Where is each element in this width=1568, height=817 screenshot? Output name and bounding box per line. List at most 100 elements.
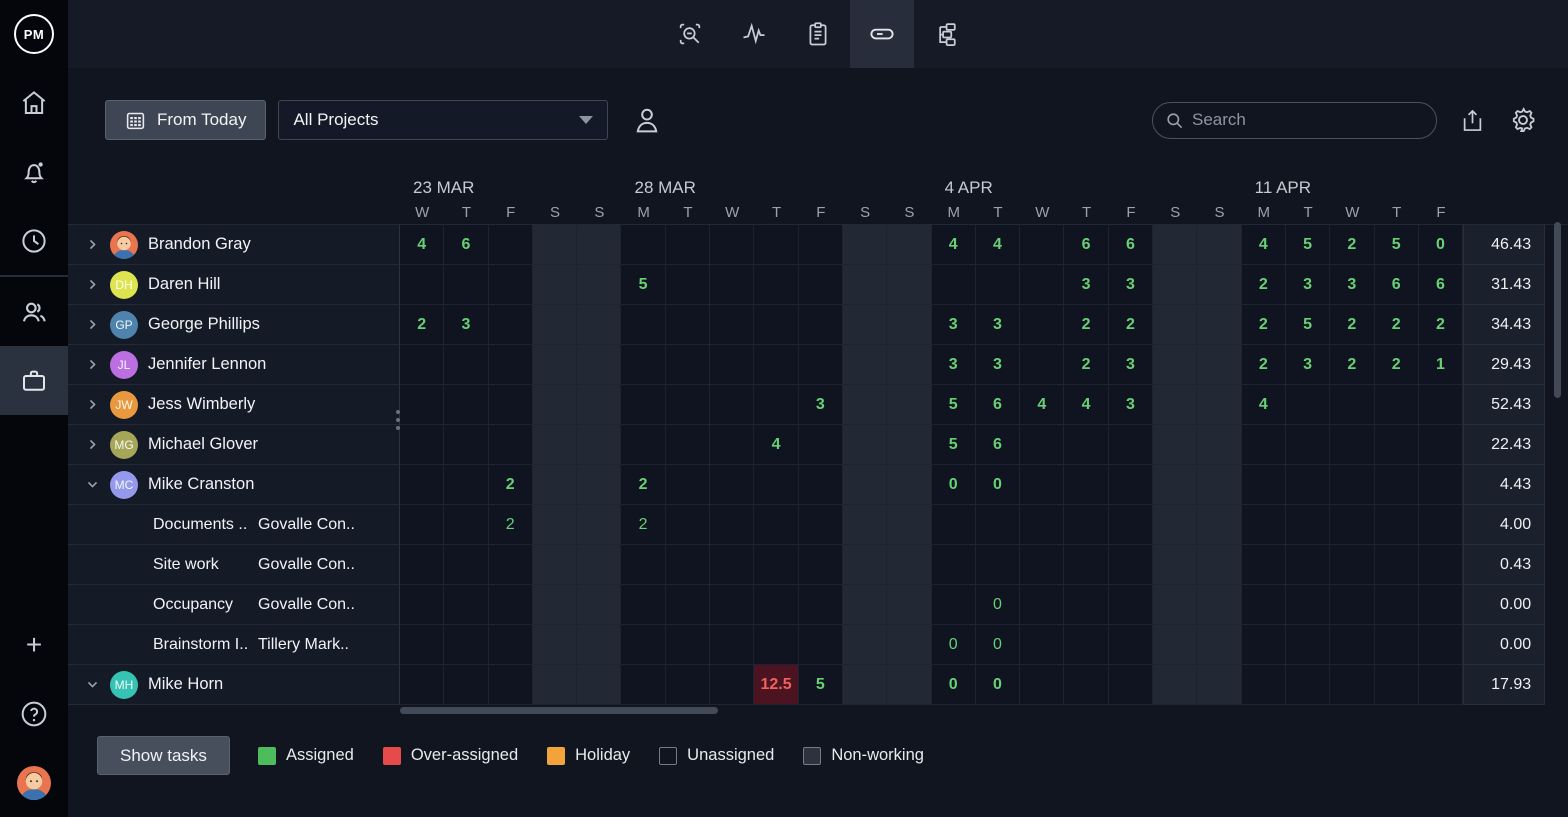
settings-gear-button[interactable] <box>1508 105 1538 135</box>
schedule-cell[interactable] <box>887 305 931 345</box>
schedule-cell[interactable] <box>710 665 754 705</box>
schedule-cell[interactable]: 4 <box>932 225 976 265</box>
schedule-cell[interactable] <box>1153 505 1197 545</box>
schedule-cell[interactable] <box>843 625 887 665</box>
schedule-cell[interactable] <box>489 425 533 465</box>
schedule-cell[interactable] <box>799 505 843 545</box>
schedule-cell[interactable] <box>1242 545 1286 585</box>
schedule-cell[interactable]: 12.5 <box>754 665 798 705</box>
schedule-cell[interactable]: 2 <box>1064 305 1108 345</box>
schedule-cell[interactable]: 2 <box>489 505 533 545</box>
schedule-cell[interactable] <box>710 385 754 425</box>
schedule-cell[interactable]: 2 <box>1419 305 1463 345</box>
schedule-cell[interactable] <box>400 425 444 465</box>
sidebar-item-portfolio[interactable] <box>0 346 68 415</box>
schedule-cell[interactable] <box>1197 385 1241 425</box>
schedule-cell[interactable] <box>1330 545 1374 585</box>
schedule-cell[interactable] <box>1242 665 1286 705</box>
schedule-cell[interactable] <box>1419 385 1463 425</box>
person-name-cell[interactable]: MCMike Cranston <box>68 465 400 505</box>
schedule-cell[interactable] <box>799 225 843 265</box>
schedule-cell[interactable] <box>1197 505 1241 545</box>
schedule-cell[interactable] <box>533 305 577 345</box>
schedule-cell[interactable] <box>1197 665 1241 705</box>
schedule-cell[interactable]: 0 <box>932 665 976 705</box>
schedule-cell[interactable]: 6 <box>1375 265 1419 305</box>
schedule-cell[interactable] <box>621 585 665 625</box>
schedule-cell[interactable]: 2 <box>1242 345 1286 385</box>
person-name-cell[interactable]: DHDaren Hill <box>68 265 400 305</box>
schedule-cell[interactable] <box>1020 425 1064 465</box>
schedule-cell[interactable] <box>444 545 488 585</box>
schedule-cell[interactable] <box>444 345 488 385</box>
schedule-cell[interactable] <box>799 545 843 585</box>
schedule-cell[interactable] <box>1419 425 1463 465</box>
schedule-cell[interactable]: 6 <box>1419 265 1463 305</box>
schedule-cell[interactable]: 3 <box>976 305 1020 345</box>
schedule-cell[interactable] <box>1419 625 1463 665</box>
schedule-cell[interactable] <box>1419 585 1463 625</box>
schedule-cell[interactable] <box>1109 465 1153 505</box>
sidebar-item-add[interactable]: + <box>0 610 68 679</box>
schedule-cell[interactable] <box>932 265 976 305</box>
schedule-cell[interactable] <box>843 505 887 545</box>
schedule-cell[interactable] <box>400 265 444 305</box>
schedule-cell[interactable] <box>489 585 533 625</box>
schedule-cell[interactable] <box>1109 425 1153 465</box>
schedule-cell[interactable] <box>1330 425 1374 465</box>
schedule-cell[interactable] <box>754 465 798 505</box>
schedule-cell[interactable]: 6 <box>444 225 488 265</box>
schedule-cell[interactable] <box>1153 625 1197 665</box>
schedule-cell[interactable] <box>1197 265 1241 305</box>
schedule-cell[interactable] <box>666 665 710 705</box>
tab-workload[interactable] <box>850 0 914 68</box>
schedule-cell[interactable]: 6 <box>976 385 1020 425</box>
schedule-cell[interactable] <box>577 545 621 585</box>
schedule-cell[interactable] <box>1330 625 1374 665</box>
schedule-cell[interactable] <box>843 545 887 585</box>
schedule-cell[interactable] <box>666 545 710 585</box>
schedule-cell[interactable]: 2 <box>1330 345 1374 385</box>
schedule-cell[interactable]: 3 <box>932 305 976 345</box>
schedule-cell[interactable]: 2 <box>1330 305 1374 345</box>
schedule-cell[interactable] <box>444 585 488 625</box>
person-name-cell[interactable]: GPGeorge Phillips <box>68 305 400 345</box>
schedule-cell[interactable] <box>577 425 621 465</box>
schedule-cell[interactable] <box>621 345 665 385</box>
schedule-cell[interactable] <box>400 505 444 545</box>
schedule-cell[interactable] <box>754 545 798 585</box>
schedule-cell[interactable] <box>887 425 931 465</box>
schedule-cell[interactable] <box>1020 505 1064 545</box>
schedule-cell[interactable]: 4 <box>1020 385 1064 425</box>
schedule-cell[interactable] <box>754 625 798 665</box>
schedule-cell[interactable] <box>843 305 887 345</box>
schedule-cell[interactable] <box>843 665 887 705</box>
schedule-cell[interactable] <box>489 345 533 385</box>
schedule-cell[interactable] <box>621 665 665 705</box>
schedule-cell[interactable]: 0 <box>932 465 976 505</box>
schedule-cell[interactable]: 5 <box>621 265 665 305</box>
schedule-cell[interactable] <box>1153 385 1197 425</box>
schedule-cell[interactable] <box>666 585 710 625</box>
schedule-cell[interactable] <box>533 665 577 705</box>
schedule-cell[interactable] <box>533 465 577 505</box>
schedule-cell[interactable] <box>932 585 976 625</box>
schedule-cell[interactable] <box>1197 345 1241 385</box>
schedule-cell[interactable]: 0 <box>976 585 1020 625</box>
schedule-cell[interactable] <box>621 425 665 465</box>
schedule-cell[interactable] <box>444 505 488 545</box>
schedule-cell[interactable]: 4 <box>1064 385 1108 425</box>
schedule-cell[interactable]: 5 <box>799 665 843 705</box>
schedule-cell[interactable]: 5 <box>1286 225 1330 265</box>
schedule-cell[interactable] <box>533 265 577 305</box>
expand-icon[interactable] <box>84 358 100 371</box>
person-name-cell[interactable]: Brandon Gray <box>68 225 400 265</box>
schedule-cell[interactable] <box>1375 465 1419 505</box>
schedule-cell[interactable] <box>1020 545 1064 585</box>
schedule-cell[interactable] <box>754 225 798 265</box>
schedule-cell[interactable] <box>1153 585 1197 625</box>
schedule-cell[interactable]: 5 <box>932 425 976 465</box>
schedule-cell[interactable] <box>887 625 931 665</box>
from-today-button[interactable]: From Today <box>105 100 266 140</box>
schedule-cell[interactable]: 6 <box>1109 225 1153 265</box>
